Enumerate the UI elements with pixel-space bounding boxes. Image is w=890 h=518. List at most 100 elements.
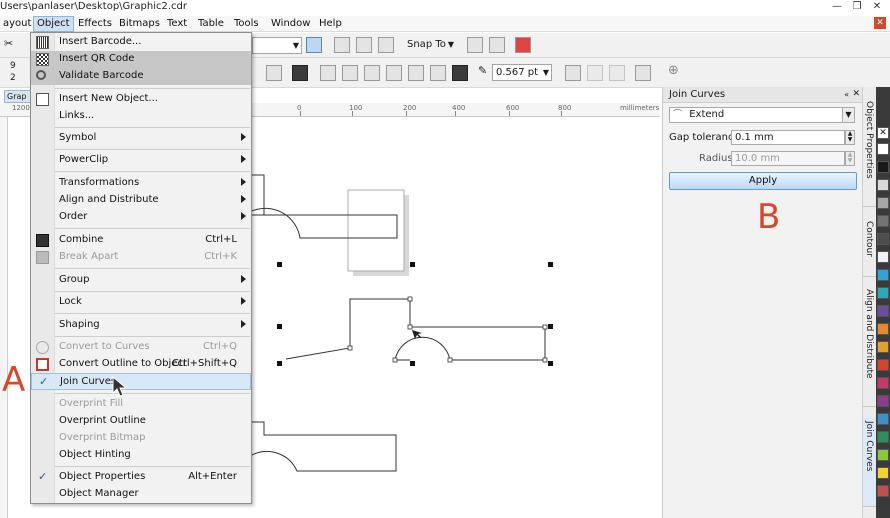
- front-minus-back-icon[interactable]: [408, 65, 424, 81]
- color-swatch[interactable]: [877, 215, 889, 227]
- menu-item-align-and-distribute[interactable]: Align and Distribute: [31, 192, 251, 209]
- menu-item-lock[interactable]: Lock: [31, 294, 251, 311]
- menu-object[interactable]: Object: [33, 16, 74, 32]
- drawing-canvas[interactable]: [251, 117, 660, 518]
- color-swatch[interactable]: [877, 251, 889, 263]
- close-icon[interactable]: ✕: [852, 87, 860, 102]
- color-swatch[interactable]: [877, 413, 889, 425]
- color-swatch[interactable]: [877, 233, 889, 245]
- color-swatch[interactable]: [877, 341, 889, 353]
- menu-item-overprint-outline[interactable]: Overprint Outline: [31, 413, 251, 430]
- close-window-button[interactable]: ✕: [870, 1, 884, 13]
- color-swatch[interactable]: [877, 161, 889, 173]
- zoom-combo[interactable]: ▼: [252, 37, 302, 54]
- menu-window[interactable]: Window: [268, 16, 313, 32]
- tab-join-curves[interactable]: Join Curves: [863, 417, 877, 507]
- back-minus-front-icon[interactable]: [430, 65, 446, 81]
- settings-icon[interactable]: [489, 37, 505, 53]
- join-mode-dropdown[interactable]: ⌒ Extend ▼: [669, 107, 855, 123]
- collapse-icon[interactable]: «: [844, 87, 849, 102]
- menu-table[interactable]: Table: [195, 16, 227, 32]
- rulers-icon[interactable]: [334, 37, 350, 53]
- tab-object-properties[interactable]: Object Properties: [863, 97, 877, 207]
- menu-item-links[interactable]: Links...: [31, 108, 251, 125]
- combine-icon: [36, 234, 49, 247]
- menu-item-powerclip[interactable]: PowerClip: [31, 152, 251, 169]
- menu-item-object-hinting[interactable]: Object Hinting: [31, 447, 251, 464]
- menu-tools[interactable]: Tools: [231, 16, 262, 32]
- menu-item-validate-barcode[interactable]: Validate Barcode: [31, 68, 251, 85]
- submenu-arrow-icon: [241, 212, 246, 220]
- mouse-cursor-icon: [112, 376, 128, 397]
- menu-item-symbol[interactable]: Symbol: [31, 130, 251, 147]
- eye-icon[interactable]: [356, 37, 372, 53]
- canvas-drawing: [251, 174, 553, 472]
- grid-icon[interactable]: [378, 37, 394, 53]
- color-swatch[interactable]: [877, 269, 889, 281]
- close-document-button[interactable]: ✕: [874, 17, 886, 29]
- menu-item-insert-barcode[interactable]: Insert Barcode...: [31, 34, 251, 51]
- color-swatch[interactable]: [877, 305, 889, 317]
- align-icon[interactable]: [266, 65, 282, 81]
- minimize-button[interactable]: —: [830, 1, 844, 13]
- view-mode-icon[interactable]: [306, 37, 322, 53]
- gap-tolerance-spinner[interactable]: ▲ ▼: [845, 130, 855, 145]
- ruler-label: 100: [349, 104, 363, 112]
- color-swatch[interactable]: [877, 449, 889, 461]
- menu-item-insert-new-object[interactable]: Insert New Object...: [31, 91, 251, 108]
- document-tab[interactable]: Grap: [4, 90, 32, 103]
- color-swatch[interactable]: [877, 179, 889, 191]
- color-swatch[interactable]: [877, 377, 889, 389]
- restore-button[interactable]: ❐: [850, 1, 864, 13]
- tab-contour[interactable]: Contour: [863, 217, 877, 277]
- launch-icon[interactable]: [515, 37, 531, 53]
- width-field[interactable]: 9: [10, 61, 16, 71]
- nodes-icon[interactable]: [565, 65, 581, 81]
- snap-to-dropdown[interactable]: Snap To ▼: [404, 37, 456, 54]
- submenu-arrow-icon: [241, 275, 246, 283]
- menu-item-group[interactable]: Group: [31, 272, 251, 289]
- color-swatch[interactable]: [877, 467, 889, 479]
- curve-mode-icon: ⌒: [673, 110, 683, 120]
- color-swatch[interactable]: [877, 143, 889, 155]
- menu-item-shaping[interactable]: Shaping: [31, 317, 251, 334]
- color-swatch[interactable]: [877, 197, 889, 209]
- menu-effects[interactable]: Effects: [75, 16, 115, 32]
- cut-icon[interactable]: ✂: [4, 37, 13, 50]
- color-swatch[interactable]: [877, 287, 889, 299]
- menu-item-order[interactable]: Order: [31, 209, 251, 226]
- no-color-swatch[interactable]: ✕: [877, 127, 889, 139]
- menu-item-convert-outline-to-object[interactable]: Convert Outline to Object Ctrl+Shift+Q: [31, 356, 251, 373]
- intersect-icon[interactable]: [364, 65, 380, 81]
- menu-help[interactable]: Help: [316, 16, 345, 32]
- menu-text[interactable]: Text: [164, 16, 190, 32]
- menu-item-transformations[interactable]: Transformations: [31, 175, 251, 192]
- outline-width-combo[interactable]: 0.567 pt ▼: [492, 64, 552, 81]
- pen-icon: ✎: [478, 64, 488, 77]
- combine-icon[interactable]: [292, 65, 308, 81]
- wrap-icon[interactable]: [635, 65, 651, 81]
- menu-layout[interactable]: ayout: [0, 16, 34, 32]
- color-swatch[interactable]: [877, 323, 889, 335]
- gap-tolerance-input[interactable]: 0.1 mm: [731, 130, 845, 145]
- weld-icon[interactable]: [320, 65, 336, 81]
- simplify-icon[interactable]: [386, 65, 402, 81]
- node-edit-icon: [587, 65, 603, 81]
- menu-item-insert-qr-code[interactable]: Insert QR Code: [31, 51, 251, 68]
- apply-button[interactable]: Apply: [669, 172, 857, 190]
- menu-item-object-manager[interactable]: Object Manager: [31, 486, 251, 503]
- color-swatch[interactable]: [877, 359, 889, 371]
- options-icon[interactable]: [467, 37, 483, 53]
- trim-icon[interactable]: [342, 65, 358, 81]
- menu-item-combine[interactable]: Combine Ctrl+L: [31, 232, 251, 249]
- add-icon[interactable]: ⊕: [668, 63, 679, 78]
- menu-bitmaps[interactable]: Bitmaps: [116, 16, 163, 32]
- color-swatch[interactable]: [877, 485, 889, 497]
- tab-align-and-distribute[interactable]: Align and Distribute: [863, 285, 877, 407]
- height-field[interactable]: 2: [10, 73, 16, 83]
- menu-item-object-properties[interactable]: ✓ Object Properties Alt+Enter: [31, 469, 251, 486]
- color-swatch[interactable]: [877, 395, 889, 407]
- boundary-icon[interactable]: [452, 65, 468, 81]
- menu-item-join-curves[interactable]: ✓ Join Curves: [31, 373, 251, 390]
- color-swatch[interactable]: [877, 431, 889, 443]
